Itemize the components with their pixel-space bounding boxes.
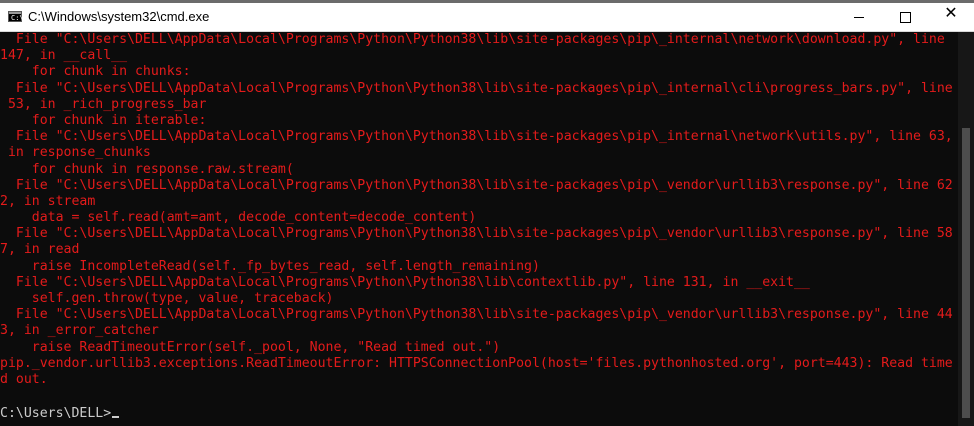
prompt-path: C:\Users\DELL> [0, 406, 112, 421]
console-line: File "C:\Users\DELL\AppData\Local\Progra… [0, 177, 953, 193]
console-line: 3, in _error_catcher [0, 323, 159, 339]
console-line: File "C:\Users\DELL\AppData\Local\Progra… [0, 307, 953, 323]
minimize-icon [854, 17, 864, 18]
console-line: File "C:\Users\DELL\AppData\Local\Progra… [0, 226, 953, 242]
text-cursor [112, 416, 120, 418]
title-bar[interactable]: C:\ C:\Windows\system32\cmd.exe ✕ [0, 3, 974, 32]
minimize-button[interactable] [836, 3, 882, 31]
console-line: 7, in read [0, 242, 80, 258]
maximize-icon [900, 12, 911, 23]
scrollbar-thumb[interactable] [962, 128, 970, 418]
console-line: pip._vendor.urllib3.exceptions.ReadTimeo… [0, 355, 953, 371]
console-line: raise IncompleteRead(self._fp_bytes_read… [0, 258, 540, 274]
console-line: File "C:\Users\DELL\AppData\Local\Progra… [0, 80, 953, 96]
console-line: 147, in __call__ [0, 48, 128, 64]
vertical-scrollbar[interactable] [958, 32, 974, 426]
close-button[interactable]: ✕ [928, 3, 974, 31]
window-title: C:\Windows\system32\cmd.exe [28, 9, 210, 24]
console-line: d out. [0, 371, 48, 387]
console-line: for chunk in chunks: [0, 64, 191, 80]
console-line: for chunk in response.raw.stream( [0, 161, 294, 177]
console-line: in response_chunks [0, 145, 151, 161]
console-line: 2, in stream [0, 193, 96, 209]
console-line: self.gen.throw(type, value, traceback) [0, 291, 334, 306]
console-line: for chunk in iterable: [0, 112, 207, 128]
cmd-window: C:\ C:\Windows\system32\cmd.exe ✕ File "… [0, 0, 974, 426]
maximize-button[interactable] [882, 3, 928, 31]
console-output[interactable]: File "C:\Users\DELL\AppData\Local\Progra… [0, 32, 958, 426]
cmd-icon-glyph: C:\ [11, 14, 24, 22]
console-line: raise ReadTimeoutError(self._pool, None,… [0, 339, 501, 355]
console-line: File "C:\Users\DELL\AppData\Local\Progra… [0, 32, 945, 47]
console-line: File "C:\Users\DELL\AppData\Local\Progra… [0, 274, 810, 290]
console-line: data = self.read(amt=amt, decode_content… [0, 210, 477, 226]
command-prompt[interactable]: C:\Users\DELL> [0, 406, 120, 422]
cmd-icon[interactable]: C:\ [8, 11, 24, 22]
console-line: File "C:\Users\DELL\AppData\Local\Progra… [0, 129, 953, 145]
close-icon: ✕ [944, 3, 958, 22]
console-line: 53, in _rich_progress_bar [0, 96, 207, 112]
